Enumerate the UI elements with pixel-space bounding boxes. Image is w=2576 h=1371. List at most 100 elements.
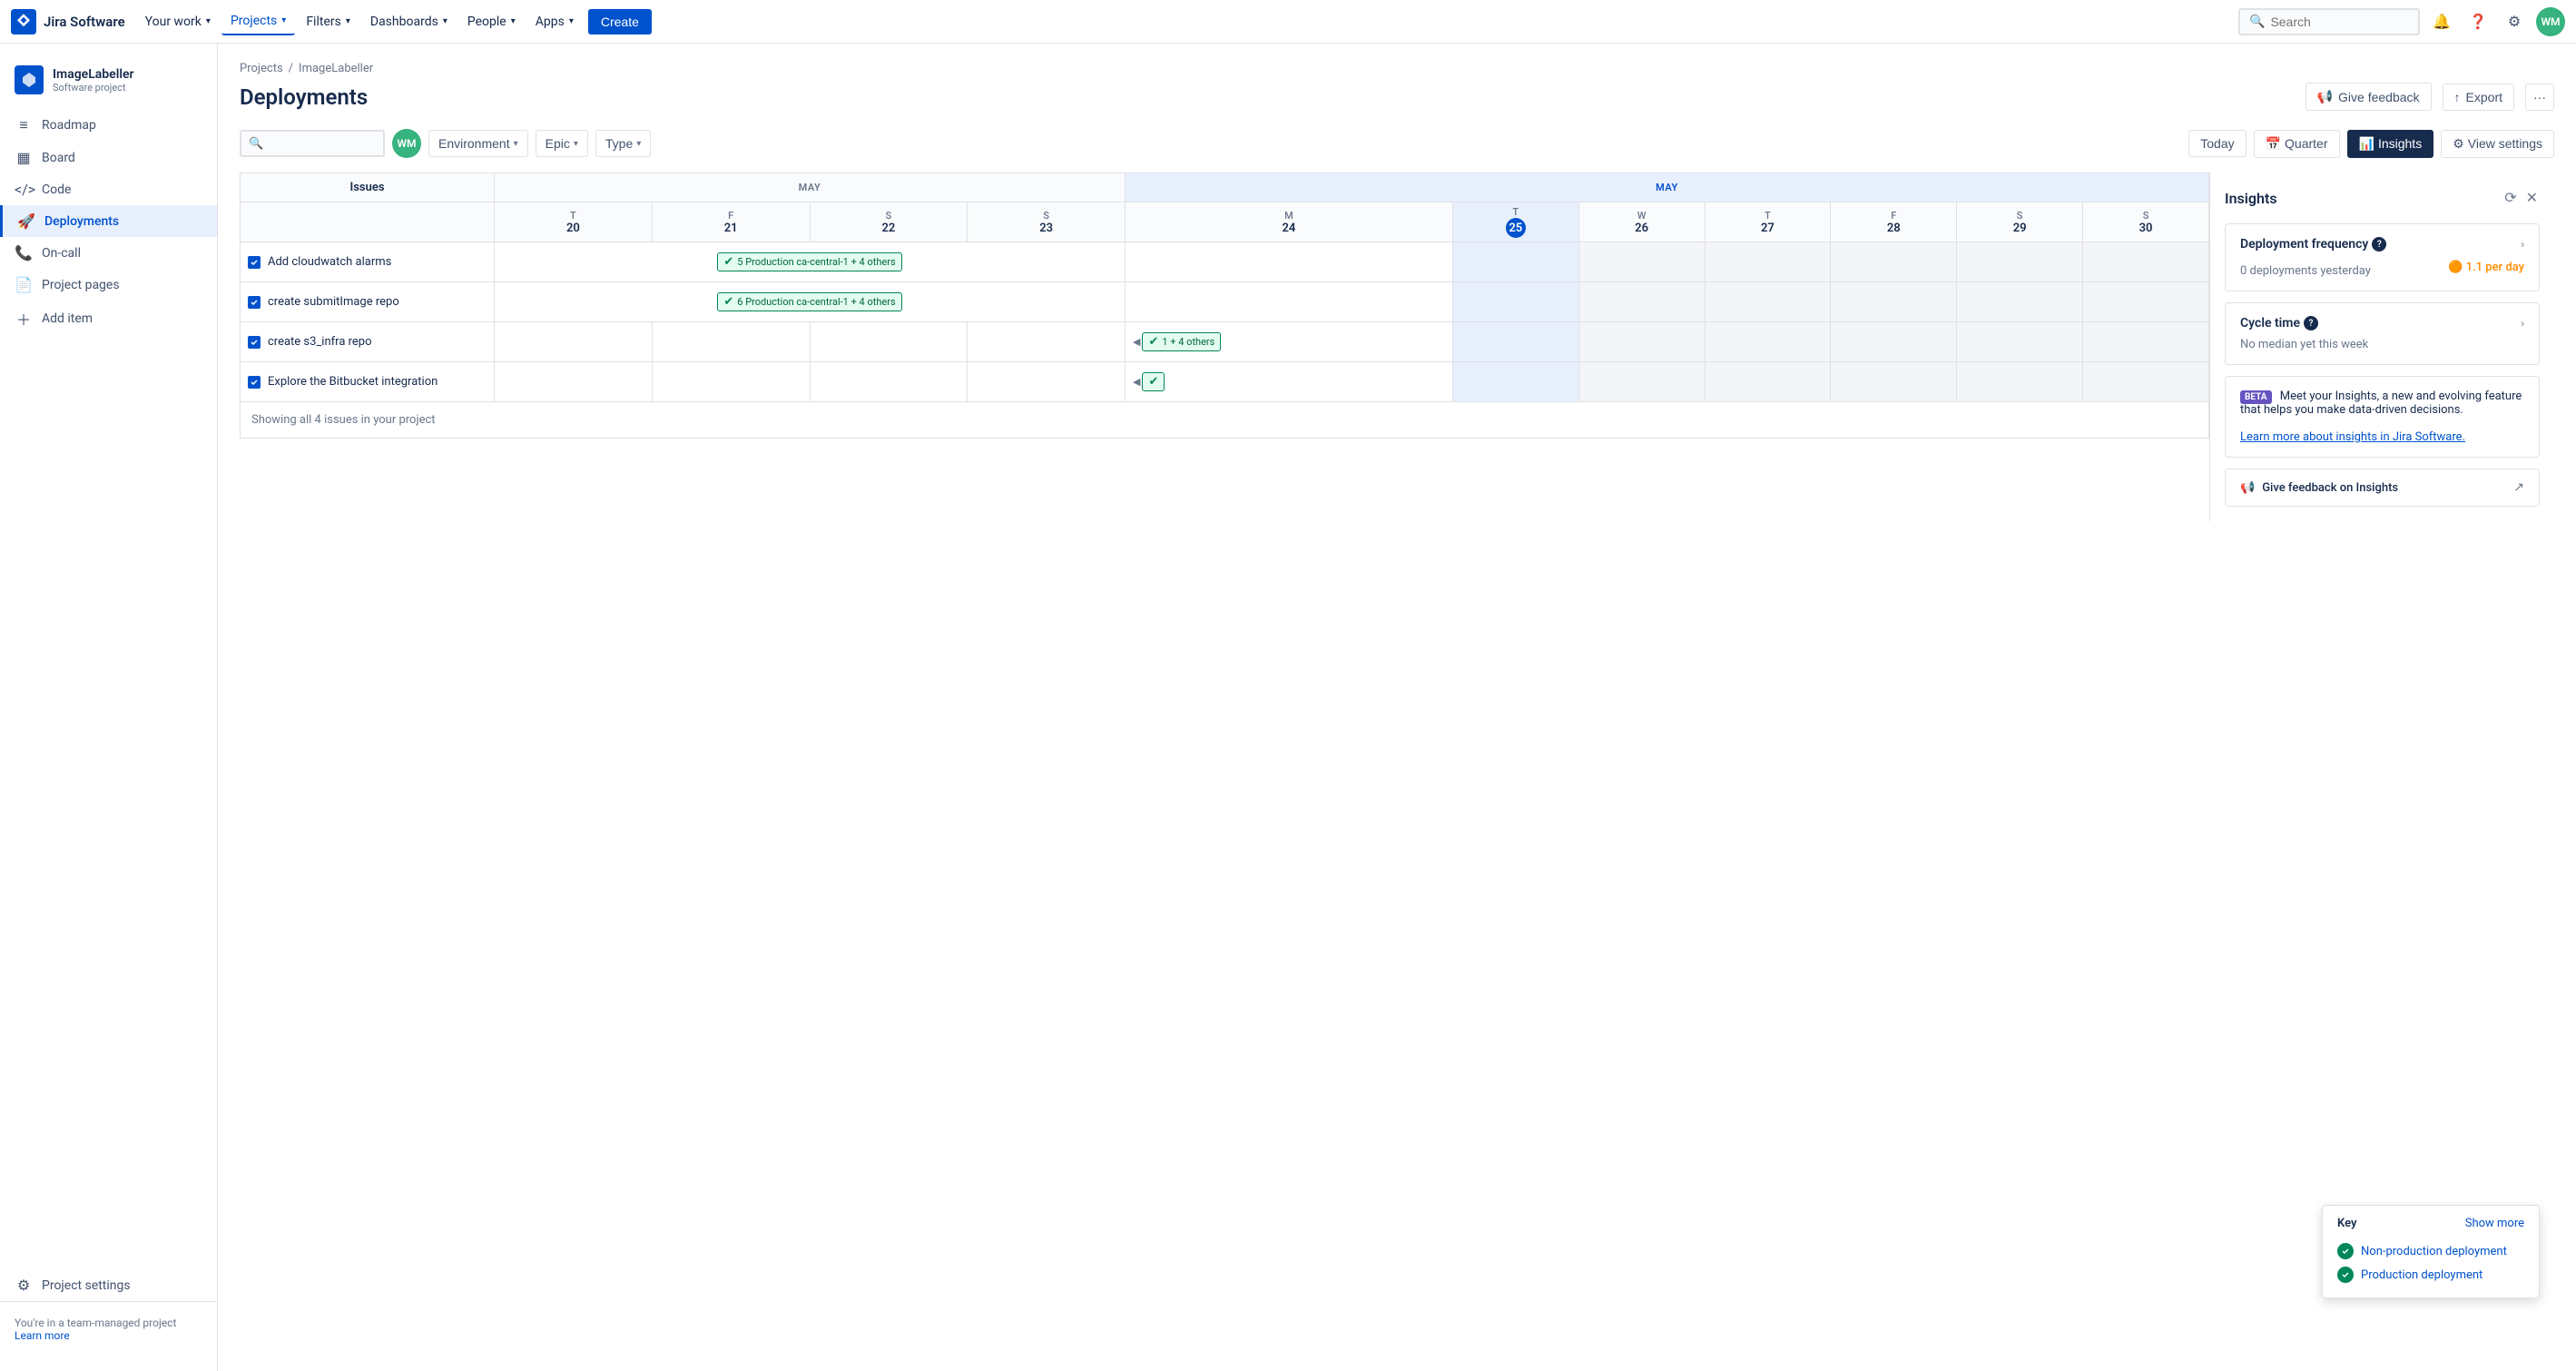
logo[interactable]: Jira Software [11, 9, 125, 35]
nav-your-work[interactable]: Your work ▾ [136, 9, 220, 35]
nav-people[interactable]: People ▾ [458, 9, 525, 35]
info-icon[interactable]: ? [2372, 237, 2386, 252]
topnav-right: 🔍 🔔 ❓ ⚙ WM [2238, 7, 2565, 36]
chevron-down-icon: ▾ [511, 16, 516, 26]
deployment-frequency-body: 0 deployments yesterday [2240, 264, 2371, 278]
search-bar[interactable]: 🔍 [2238, 8, 2420, 35]
view-settings-button[interactable]: ⚙ View settings [2441, 130, 2554, 158]
info-icon[interactable]: ? [2304, 316, 2318, 330]
create-button[interactable]: Create [588, 9, 652, 35]
deployment-frequency-value: 🟠 1.1 per day [2448, 261, 2524, 274]
insights-close-button[interactable]: ✕ [2524, 187, 2540, 209]
breadcrumb: Projects / ImageLabeller [240, 62, 2554, 75]
deployments-icon: 🚀 [17, 212, 35, 230]
chart-icon: 📊 [2359, 136, 2374, 152]
chevron-down-icon: ▾ [443, 16, 447, 26]
more-actions-button[interactable]: ··· [2525, 84, 2554, 111]
chevron-down-icon: ▾ [574, 139, 578, 149]
showing-text: Showing all 4 issues in your project [241, 402, 2209, 439]
oncall-icon: 📞 [15, 244, 33, 261]
toolbar-search-input[interactable] [267, 136, 376, 151]
user-avatar[interactable]: WM [2536, 7, 2565, 36]
quarter-view-button[interactable]: 📅 Quarter [2254, 130, 2340, 158]
month-header-may-first: MAY [495, 173, 1126, 202]
scroll-left-icon[interactable]: ◀ [1133, 376, 1140, 388]
table-row: create s3_infra repo ◀ [241, 322, 2209, 362]
epic-filter[interactable]: Epic ▾ [536, 130, 588, 157]
sidebar-item-board[interactable]: ▦ Board [0, 142, 217, 173]
sidebar-item-oncall[interactable]: 📞 On-call [0, 237, 217, 269]
check-icon: ✔ [723, 255, 733, 269]
issue-checkbox [248, 296, 261, 309]
page-header: Deployments 📢 Give feedback ↑ Export ··· [240, 83, 2554, 111]
logo-text: Jira Software [44, 14, 125, 30]
issue-checkbox [248, 256, 261, 269]
chevron-down-icon: ▾ [514, 139, 518, 149]
deployment-bar[interactable]: ✔ 1 + 4 others [1142, 332, 1221, 351]
chevron-down-icon: ▾ [346, 16, 350, 26]
deployment-frequency-title: Deployment frequency ? [2240, 237, 2386, 252]
chevron-right-icon[interactable]: › [2521, 317, 2524, 330]
issue-checkbox [248, 336, 261, 349]
nav-projects[interactable]: Projects ▾ [221, 8, 295, 35]
day-header-26: W 26 [1578, 202, 1705, 242]
deployment-bar[interactable]: ✔ 5 Production ca-central-1 + 4 others [717, 252, 901, 271]
insights-refresh-button[interactable]: ⟳ [2502, 187, 2518, 209]
day-header-25: T 25 [1452, 202, 1578, 242]
issue-name: create submitImage repo [268, 295, 399, 309]
calendar-icon: 📅 [2266, 136, 2281, 152]
search-icon: 🔍 [2249, 15, 2265, 29]
breadcrumb-separator: / [289, 62, 293, 75]
learn-more-link[interactable]: Learn more [15, 1329, 70, 1342]
sidebar-item-deployments[interactable]: 🚀 Deployments [0, 205, 217, 237]
deployment-cell: ✔ 6 Production ca-central-1 + 4 others [495, 282, 1126, 322]
check-icon: ✔ [723, 295, 733, 309]
day-header-21: F 21 [652, 202, 810, 242]
learn-more-insights-link[interactable]: Learn more about insights in Jira Softwa… [2240, 430, 2465, 444]
external-link-icon: ↗ [2513, 480, 2524, 495]
insights-view-button[interactable]: 📊 Insights [2347, 130, 2434, 158]
scroll-left-icon[interactable]: ◀ [1133, 336, 1140, 348]
layout: ImageLabeller Software project ≡ Roadmap… [0, 44, 2576, 1371]
feedback-icon: 📢 [2317, 89, 2333, 104]
day-header-29: S 29 [1957, 202, 2083, 242]
day-header-28: F 28 [1831, 202, 1957, 242]
content-area: Issues MAY MAY T [240, 173, 2554, 521]
toolbar-right: Today 📅 Quarter 📊 Insights ⚙ View settin… [2188, 130, 2554, 158]
type-filter[interactable]: Type ▾ [595, 130, 651, 157]
nav-apps[interactable]: Apps ▾ [526, 9, 583, 35]
toolbar-search[interactable]: 🔍 [240, 130, 385, 157]
toolbar: 🔍 WM Environment ▾ Epic ▾ Type ▾ [240, 129, 2554, 158]
calendar-header: Issues MAY MAY T [241, 173, 2209, 242]
nav-filters[interactable]: Filters ▾ [297, 9, 359, 35]
search-input[interactable] [2270, 15, 2409, 29]
settings-button[interactable]: ⚙ [2500, 7, 2529, 36]
toolbar-user-avatar[interactable]: WM [392, 129, 421, 158]
breadcrumb-project[interactable]: ImageLabeller [299, 62, 373, 75]
breadcrumb-projects[interactable]: Projects [240, 62, 283, 75]
nav-dashboards[interactable]: Dashboards ▾ [361, 9, 457, 35]
sidebar-item-project-pages[interactable]: 📄 Project pages [0, 269, 217, 301]
notifications-button[interactable]: 🔔 [2427, 7, 2456, 36]
today-view-button[interactable]: Today [2188, 130, 2246, 157]
cycle-time-body: No median yet this week [2240, 338, 2524, 351]
give-feedback-button[interactable]: 📢 Give feedback [2306, 83, 2432, 111]
deployment-bar[interactable]: ✔ [1142, 372, 1165, 391]
sidebar-item-add-item[interactable]: ＋ Add item [0, 301, 217, 337]
settings-icon: ⚙ [2453, 136, 2464, 152]
board-icon: ▦ [15, 149, 33, 166]
sidebar-item-code[interactable]: </> Code [0, 173, 217, 205]
help-button[interactable]: ❓ [2463, 7, 2492, 36]
deployment-bar[interactable]: ✔ 6 Production ca-central-1 + 4 others [717, 292, 901, 311]
export-button[interactable]: ↑ Export [2443, 84, 2514, 111]
project-type: Software project [53, 82, 134, 94]
day-header-27: T 27 [1705, 202, 1831, 242]
environment-filter[interactable]: Environment ▾ [428, 130, 528, 157]
chevron-right-icon[interactable]: › [2521, 238, 2524, 251]
give-feedback-insights-button[interactable]: 📢 Give feedback on Insights ↗ [2225, 469, 2540, 507]
search-icon: 🔍 [249, 137, 263, 151]
sidebar-item-project-settings[interactable]: ⚙ Project settings [0, 1269, 217, 1301]
sidebar-item-roadmap[interactable]: ≡ Roadmap [0, 109, 217, 142]
insights-panel-header: Insights ⟳ ✕ [2225, 187, 2540, 209]
code-icon: </> [15, 181, 33, 198]
